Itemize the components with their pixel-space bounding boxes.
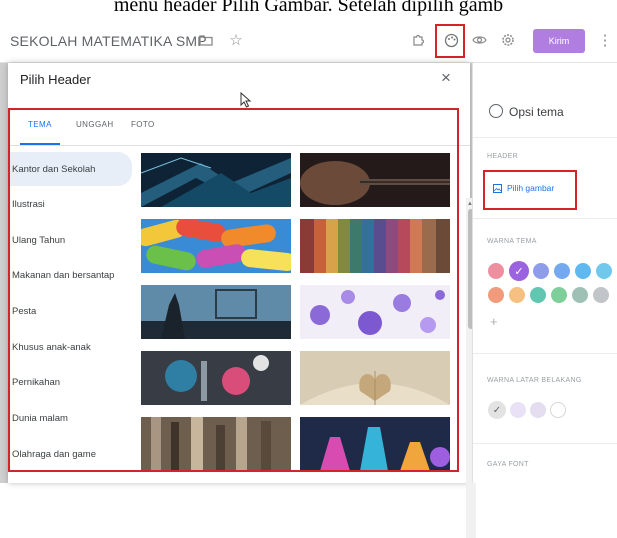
- background-color-swatch[interactable]: [510, 402, 526, 418]
- close-icon[interactable]: ×: [441, 68, 451, 88]
- highlight-dialog-content-box: [8, 108, 459, 472]
- theme-color-swatch[interactable]: [551, 287, 567, 303]
- highlight-choose-image-box: [483, 170, 577, 210]
- theme-color-swatch-selected[interactable]: ✓: [509, 261, 529, 281]
- forms-topbar: SEKOLAH MATEMATIKA SMP ☆ Kirim ⋮: [0, 22, 617, 63]
- folder-icon[interactable]: [196, 30, 216, 50]
- divider: [473, 353, 617, 354]
- divider: [473, 443, 617, 444]
- palette-outline-icon: [489, 104, 503, 118]
- theme-color-swatch[interactable]: [572, 287, 588, 303]
- header-section-label: HEADER: [487, 153, 518, 160]
- instruction-caption: menu header Pilih Gambar. Setelah dipili…: [113, 0, 504, 16]
- highlight-palette-box: [435, 24, 465, 58]
- document-title: SEKOLAH MATEMATIKA SMP: [10, 33, 207, 49]
- background-color-swatch-selected[interactable]: ✓: [488, 401, 506, 419]
- add-custom-color-icon[interactable]: +: [490, 314, 498, 329]
- more-vert-icon[interactable]: ⋮: [595, 30, 615, 50]
- theme-color-swatch[interactable]: [575, 263, 591, 279]
- addon-puzzle-icon[interactable]: [408, 30, 428, 50]
- theme-color-swatch[interactable]: [596, 263, 612, 279]
- theme-color-swatch[interactable]: [488, 263, 504, 279]
- theme-color-swatch[interactable]: [554, 263, 570, 279]
- background-color-swatch[interactable]: [530, 402, 546, 418]
- theme-options-title: Opsi tema: [509, 105, 564, 119]
- divider: [473, 218, 617, 219]
- theme-options-panel: Opsi tema HEADER Pilih gambar WARNA TEMA…: [472, 63, 617, 483]
- theme-options-header: Opsi tema: [489, 104, 564, 119]
- theme-color-swatch[interactable]: [488, 287, 504, 303]
- dialog-title: Pilih Header: [20, 72, 91, 87]
- theme-color-swatch[interactable]: [509, 287, 525, 303]
- mouse-cursor-icon: [240, 92, 252, 108]
- font-style-section-label: GAYA FONT: [487, 461, 529, 468]
- send-button[interactable]: Kirim: [533, 29, 585, 53]
- background-color-swatch[interactable]: [550, 402, 566, 418]
- theme-color-swatch[interactable]: [593, 287, 609, 303]
- background-color-section-label: WARNA LATAR BELAKANG: [487, 377, 582, 384]
- theme-color-swatch[interactable]: [530, 287, 546, 303]
- preview-eye-icon[interactable]: [469, 30, 489, 50]
- theme-color-swatch[interactable]: [533, 263, 549, 279]
- theme-color-section-label: WARNA TEMA: [487, 238, 537, 245]
- star-icon[interactable]: ☆: [226, 30, 246, 50]
- settings-gear-icon[interactable]: [498, 30, 518, 50]
- divider: [473, 137, 617, 138]
